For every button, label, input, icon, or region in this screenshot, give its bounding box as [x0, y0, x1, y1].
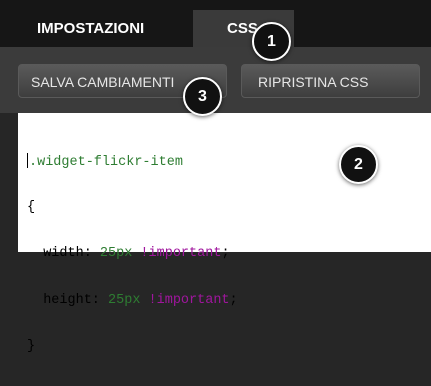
code-line-width: width: 25px !important;	[27, 246, 238, 262]
css-editor[interactable]: .widget-flickr-item { width: 25px !impor…	[18, 113, 431, 354]
height-important: !important	[140, 292, 230, 308]
annotation-badge-3: 3	[183, 77, 222, 116]
annotation-badge-1: 1	[252, 22, 291, 61]
width-property: width:	[27, 246, 100, 261]
code-line-selector: .widget-flickr-item	[27, 153, 238, 170]
code-line-open-brace: {	[27, 200, 238, 216]
css-selector: .widget-flickr-item	[29, 155, 183, 170]
width-important: !important	[132, 246, 222, 261]
code-area[interactable]: .widget-flickr-item { width: 25px !impor…	[27, 122, 238, 386]
code-line-height: height: 25px !important;	[27, 292, 238, 309]
code-line-close-brace: }	[27, 339, 238, 355]
text-cursor	[27, 153, 28, 168]
width-semicolon: ;	[221, 246, 230, 261]
close-brace: }	[27, 339, 36, 354]
annotation-badge-2: 2	[339, 145, 378, 184]
width-value: 25px	[99, 246, 133, 261]
tab-bar: IMPOSTAZIONI CSS	[0, 0, 431, 47]
height-property: height:	[27, 292, 109, 308]
tab-settings[interactable]: IMPOSTAZIONI	[17, 10, 193, 47]
open-brace: {	[27, 199, 36, 215]
reset-css-button[interactable]: RIPRISTINA CSS	[241, 64, 420, 98]
height-value: 25px	[108, 292, 141, 308]
height-semicolon: ;	[229, 292, 238, 308]
